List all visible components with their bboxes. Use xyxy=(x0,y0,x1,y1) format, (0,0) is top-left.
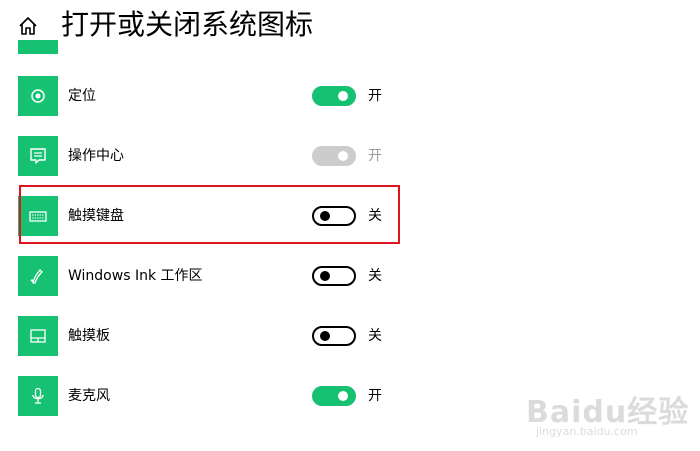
setting-label: 触摸板 xyxy=(68,328,110,344)
setting-label: 定位 xyxy=(68,88,96,104)
watermark-url-text: jingyan.baidu.com xyxy=(536,425,638,438)
windows-ink-icon xyxy=(18,256,58,296)
toggle-state-label: 开 xyxy=(368,88,382,104)
baidu-jingyan-watermark: Baidu经验 jingyan.baidu.com xyxy=(526,375,688,445)
toggle-state-label: 开 xyxy=(368,388,382,404)
toggle-state-label: 关 xyxy=(368,328,382,344)
touchpad-icon xyxy=(18,316,58,356)
toggle-knob xyxy=(338,91,348,101)
windows-ink-toggle[interactable] xyxy=(312,266,356,286)
setting-row-action-center: 操作中心 开 xyxy=(18,136,418,176)
setting-label: 操作中心 xyxy=(68,148,124,164)
action-center-toggle xyxy=(312,146,356,166)
setting-label: 麦克风 xyxy=(68,388,110,404)
setting-row-touchpad: 触摸板 关 xyxy=(18,316,418,356)
annotation-highlight-box xyxy=(19,185,400,244)
partial-item-tile xyxy=(18,40,58,54)
microphone-toggle[interactable] xyxy=(312,386,356,406)
setting-row-microphone: 麦克风 开 xyxy=(18,376,418,416)
action-center-icon xyxy=(18,136,58,176)
toggle-state-label: 关 xyxy=(368,268,382,284)
toggle-state-label: 开 xyxy=(368,148,382,164)
touchpad-toggle[interactable] xyxy=(312,326,356,346)
setting-row-location: 定位 开 xyxy=(18,76,418,116)
setting-row-windows-ink: Windows Ink 工作区 关 xyxy=(18,256,418,296)
page-title: 打开或关闭系统图标 xyxy=(61,8,314,41)
microphone-icon xyxy=(18,376,58,416)
location-toggle[interactable] xyxy=(312,86,356,106)
toggle-knob xyxy=(338,391,348,401)
toggle-knob xyxy=(320,331,330,341)
toggle-knob xyxy=(320,271,330,281)
location-icon xyxy=(18,76,58,116)
toggle-knob xyxy=(338,151,348,161)
setting-label: Windows Ink 工作区 xyxy=(68,268,203,284)
home-icon[interactable] xyxy=(16,14,40,38)
